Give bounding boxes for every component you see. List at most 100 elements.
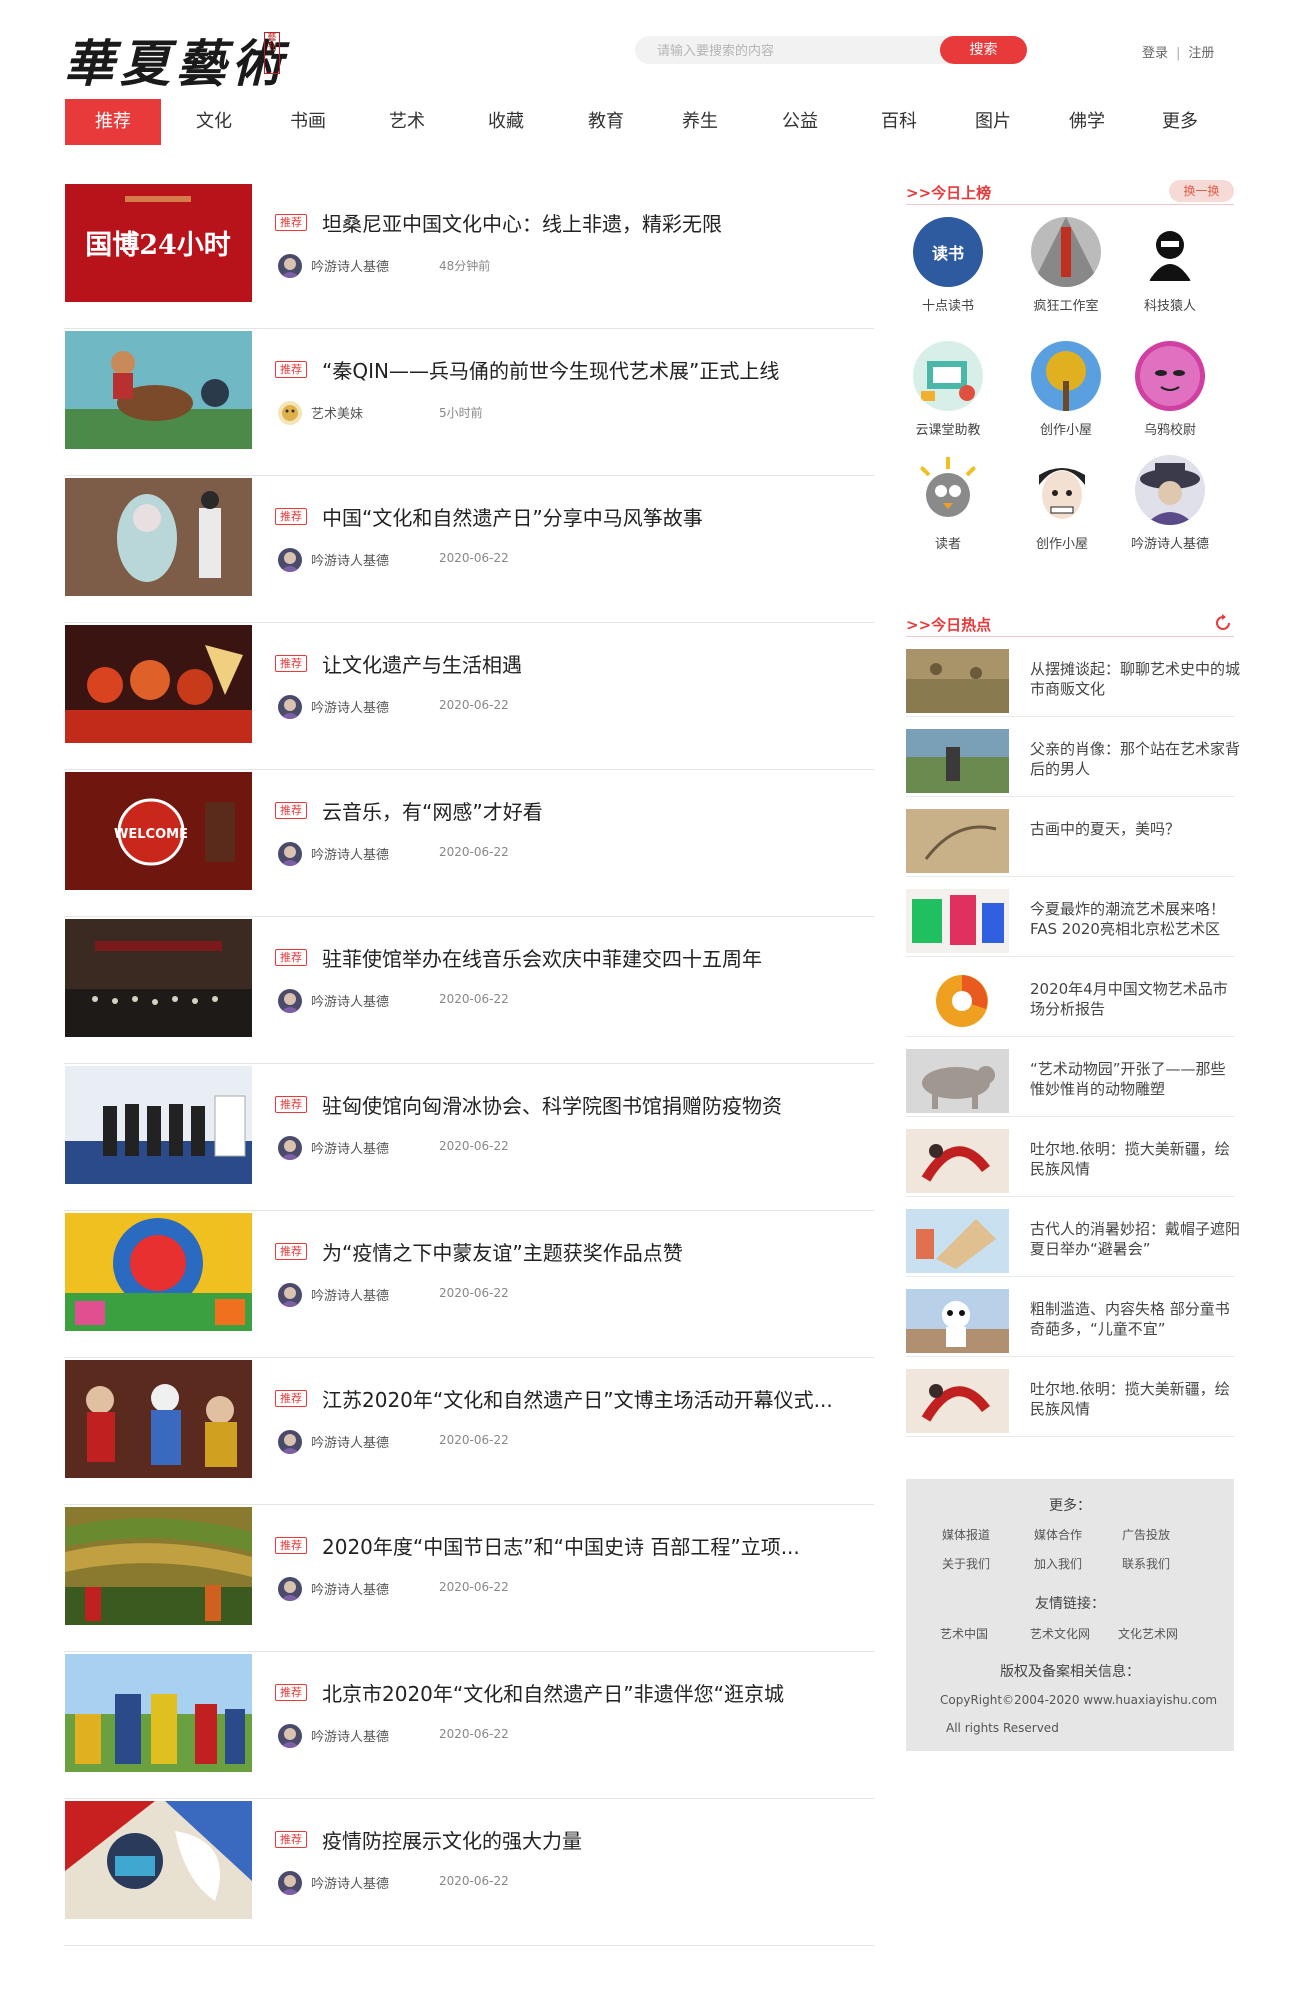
article-item[interactable]: 推荐 2020年度“中国节日志”和“中国史诗 百部工程”立项... 吟游诗人基德…	[64, 1505, 874, 1652]
article-title[interactable]: 云音乐，有“网感”才好看	[322, 796, 543, 825]
article-thumbnail[interactable]	[65, 331, 252, 449]
author-avatar[interactable]	[278, 695, 302, 719]
author-avatar[interactable]	[278, 254, 302, 278]
login-link[interactable]: 登录	[1142, 46, 1168, 61]
article-thumbnail[interactable]: WELCOME	[65, 772, 252, 890]
article-title[interactable]: 让文化遗产与生活相遇	[322, 649, 522, 678]
article-item[interactable]: 推荐 驻匈使馆向匈滑冰协会、科学院图书馆捐赠防疫物资 吟游诗人基德 2020-0…	[64, 1064, 874, 1211]
article-item[interactable]: 推荐 驻菲使馆举办在线音乐会欢庆中菲建交四十五周年 吟游诗人基德 2020-06…	[64, 917, 874, 1064]
nav-tab-collection[interactable]: 收藏	[465, 99, 547, 145]
article-item[interactable]: 推荐 让文化遗产与生活相遇 吟游诗人基德 2020-06-22	[64, 623, 874, 770]
author-avatar[interactable]	[278, 401, 302, 425]
hot-item[interactable]: 古画中的夏天，美吗？	[906, 797, 1234, 877]
hot-item[interactable]: 吐尔地.依明：揽大美新疆，绘民族风情	[906, 1117, 1234, 1197]
hot-item[interactable]: “艺术动物园”开张了——那些惟妙惟肖的动物雕塑	[906, 1037, 1234, 1117]
hot-item[interactable]: 从摆摊谈起：聊聊艺术史中的城市商贩文化	[906, 637, 1240, 717]
author-name[interactable]: 吟游诗人基德	[311, 991, 389, 1010]
author-avatar[interactable]	[278, 989, 302, 1013]
friend-link[interactable]: 艺术中国	[940, 1625, 988, 1642]
author-avatar[interactable]	[278, 1136, 302, 1160]
hot-item[interactable]: 2020年4月中国文物艺术品市场分析报告	[906, 957, 1234, 1037]
hot-item[interactable]: 古代人的消暑妙招：戴帽子遮阳 夏日举办“避暑会”	[906, 1197, 1240, 1277]
author-name[interactable]: 吟游诗人基德	[311, 697, 389, 716]
article-thumbnail[interactable]	[65, 1654, 252, 1772]
nav-tab-pictures[interactable]: 图片	[952, 99, 1034, 145]
hot-item[interactable]: 粗制滥造、内容失格 部分童书奇葩多，“儿童不宜”	[906, 1277, 1234, 1357]
nav-tab-art[interactable]: 艺术	[366, 99, 448, 145]
site-logo[interactable]: 華夏藝術	[64, 24, 288, 96]
author-name[interactable]: 吟游诗人基德	[311, 844, 389, 863]
nav-tab-education[interactable]: 教育	[565, 99, 647, 145]
article-title[interactable]: 中国“文化和自然遗产日”分享中马风筝故事	[322, 502, 703, 531]
article-item[interactable]: 推荐 疫情防控展示文化的强大力量 吟游诗人基德 2020-06-22	[64, 1799, 874, 1946]
article-title[interactable]: 江苏2020年“文化和自然遗产日”文博主场活动开幕仪式...	[322, 1384, 833, 1413]
join-us-link[interactable]: 加入我们	[1034, 1555, 1082, 1572]
article-thumbnail[interactable]	[65, 1507, 252, 1625]
author-avatar[interactable]	[278, 548, 302, 572]
top-user[interactable]: 乌鸦校尉	[1120, 341, 1220, 438]
refresh-icon[interactable]	[1214, 614, 1232, 632]
nav-tab-buddhism[interactable]: 佛学	[1046, 99, 1128, 145]
article-title[interactable]: 2020年度“中国节日志”和“中国史诗 百部工程”立项...	[322, 1531, 800, 1560]
author-avatar[interactable]	[278, 1577, 302, 1601]
article-thumbnail[interactable]	[65, 1801, 252, 1919]
article-item[interactable]: 推荐 “秦QIN——兵马俑的前世今生现代艺术展”正式上线 艺术美妹 5小时前	[64, 329, 874, 476]
change-batch-button[interactable]: 换一换	[1169, 180, 1234, 202]
nav-tab-health[interactable]: 养生	[659, 99, 741, 145]
nav-tab-calligraphy[interactable]: 书画	[267, 99, 349, 145]
top-user[interactable]: 疯狂工作室	[1016, 217, 1116, 314]
article-thumbnail[interactable]	[65, 1360, 252, 1478]
author-name[interactable]: 吟游诗人基德	[311, 1432, 389, 1451]
author-avatar[interactable]	[278, 1283, 302, 1307]
top-user[interactable]: 创作小屋	[1016, 341, 1116, 438]
author-name[interactable]: 艺术美妹	[311, 403, 363, 422]
author-avatar[interactable]	[278, 842, 302, 866]
nav-tab-charity[interactable]: 公益	[759, 99, 841, 145]
article-item[interactable]: WELCOME 推荐 云音乐，有“网感”才好看 吟游诗人基德 2020-06-2…	[64, 770, 874, 917]
author-name[interactable]: 吟游诗人基德	[311, 256, 389, 275]
article-item[interactable]: 推荐 为“疫情之下中蒙友谊”主题获奖作品点赞 吟游诗人基德 2020-06-22	[64, 1211, 874, 1358]
nav-tab-encyclopedia[interactable]: 百科	[858, 99, 940, 145]
author-name[interactable]: 吟游诗人基德	[311, 550, 389, 569]
author-name[interactable]: 吟游诗人基德	[311, 1138, 389, 1157]
author-name[interactable]: 吟游诗人基德	[311, 1873, 389, 1892]
article-thumbnail[interactable]	[65, 1066, 252, 1184]
hot-item[interactable]: 吐尔地.依明：揽大美新疆，绘民族风情	[906, 1357, 1234, 1437]
top-user[interactable]: 读者	[898, 455, 998, 552]
article-title[interactable]: 坦桑尼亚中国文化中心：线上非遗，精彩无限	[322, 208, 722, 237]
register-link[interactable]: 注册	[1188, 46, 1214, 61]
article-title[interactable]: “秦QIN——兵马俑的前世今生现代艺术展”正式上线	[322, 355, 779, 384]
search-button[interactable]: 搜索	[940, 36, 1027, 64]
author-avatar[interactable]	[278, 1871, 302, 1895]
article-thumbnail[interactable]	[65, 919, 252, 1037]
author-avatar[interactable]	[278, 1430, 302, 1454]
article-item[interactable]: 国博24小时 推荐 坦桑尼亚中国文化中心：线上非遗，精彩无限 吟游诗人基德 48…	[64, 182, 874, 329]
nav-tab-recommend[interactable]: 推荐	[65, 99, 161, 145]
search-input[interactable]	[655, 36, 919, 66]
author-name[interactable]: 吟游诗人基德	[311, 1726, 389, 1745]
article-title[interactable]: 疫情防控展示文化的强大力量	[322, 1825, 582, 1854]
top-user[interactable]: 创作小屋	[1012, 455, 1112, 552]
article-item[interactable]: 推荐 北京市2020年“文化和自然遗产日”非遗伴您“逛京城 吟游诗人基德 202…	[64, 1652, 874, 1799]
top-user[interactable]: 读书 十点读书	[898, 217, 998, 314]
friend-link[interactable]: 文化艺术网	[1118, 1625, 1178, 1642]
hot-item[interactable]: 父亲的肖像：那个站在艺术家背后的男人	[906, 717, 1240, 797]
article-thumbnail[interactable]: 国博24小时	[65, 184, 252, 302]
top-user[interactable]: 吟游诗人基德	[1120, 455, 1220, 552]
friend-link[interactable]: 艺术文化网	[1030, 1625, 1090, 1642]
article-thumbnail[interactable]	[65, 1213, 252, 1331]
article-item[interactable]: 推荐 中国“文化和自然遗产日”分享中马风筝故事 吟游诗人基德 2020-06-2…	[64, 476, 874, 623]
nav-tab-more[interactable]: 更多	[1139, 99, 1221, 145]
media-report-link[interactable]: 媒体报道	[942, 1526, 990, 1543]
media-cooperation-link[interactable]: 媒体合作	[1034, 1526, 1082, 1543]
about-us-link[interactable]: 关于我们	[942, 1555, 990, 1572]
ad-link[interactable]: 广告投放	[1122, 1526, 1170, 1543]
author-name[interactable]: 吟游诗人基德	[311, 1579, 389, 1598]
hot-item[interactable]: 今夏最炸的潮流艺术展来咯！FAS 2020亮相北京松艺术区	[906, 877, 1234, 957]
top-user[interactable]: 云课堂助教	[898, 341, 998, 438]
contact-us-link[interactable]: 联系我们	[1122, 1555, 1170, 1572]
nav-tab-culture[interactable]: 文化	[173, 99, 255, 145]
article-title[interactable]: 北京市2020年“文化和自然遗产日”非遗伴您“逛京城	[322, 1678, 784, 1707]
article-title[interactable]: 驻匈使馆向匈滑冰协会、科学院图书馆捐赠防疫物资	[322, 1090, 782, 1119]
article-title[interactable]: 为“疫情之下中蒙友谊”主题获奖作品点赞	[322, 1237, 683, 1266]
